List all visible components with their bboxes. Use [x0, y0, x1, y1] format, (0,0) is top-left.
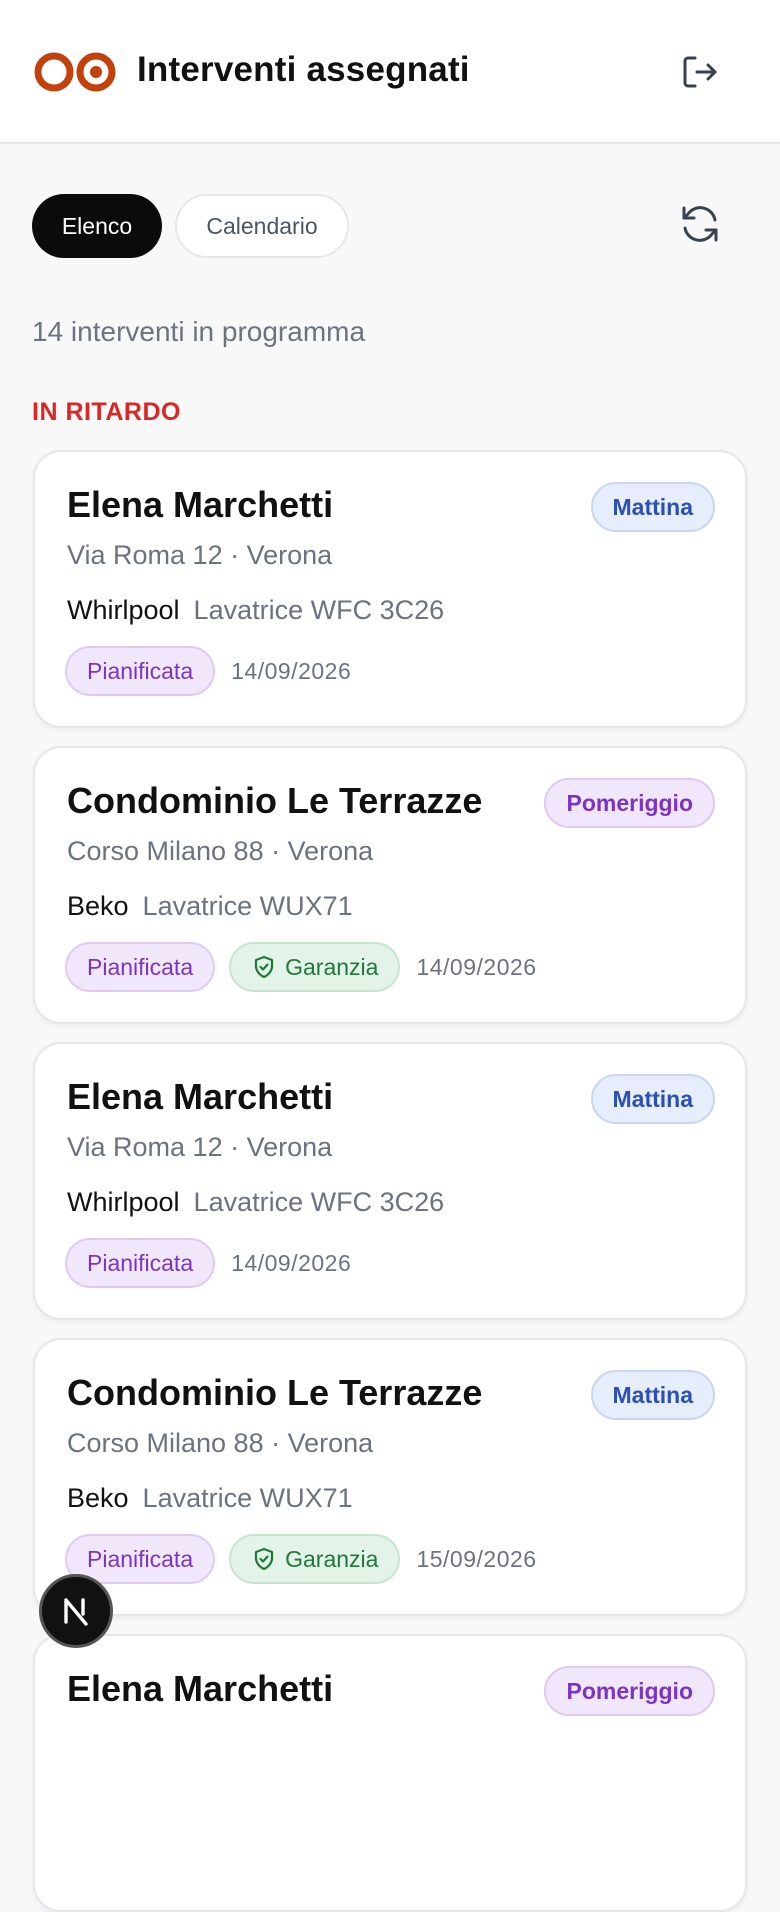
intervention-count: 14 interventi in programma [32, 316, 366, 347]
status-badge: Pianificata [65, 942, 216, 992]
customer-name: Condominio Le Terrazze [67, 1372, 483, 1413]
n-logo-icon [64, 1598, 88, 1626]
time-slot-badge: Mattina [590, 1370, 715, 1420]
refresh-icon[interactable] [678, 202, 722, 246]
tab-calendario[interactable]: Calendario [175, 194, 349, 258]
intervention-date: 14/09/2026 [231, 657, 352, 684]
intervention-card[interactable]: Elena Marchetti Mattina Via Roma 12 · Ve… [33, 450, 747, 728]
status-badge: Pianificata [65, 646, 216, 696]
appliance-model: Lavatrice WUX71 [142, 1483, 353, 1513]
page-title: Interventi assegnati [137, 50, 470, 89]
appliance-model: Lavatrice WFC 3C26 [193, 1187, 445, 1217]
tab-elenco[interactable]: Elenco [32, 194, 162, 258]
warranty-badge: Garanzia [229, 1534, 401, 1584]
time-slot-badge: Mattina [590, 1074, 715, 1124]
appliance-brand: Whirlpool [67, 1187, 180, 1217]
customer-name: Elena Marchetti [67, 484, 334, 525]
appliance-info: Whirlpool Lavatrice WFC 3C26 [67, 1187, 444, 1218]
appliance-model: Lavatrice WFC 3C26 [193, 595, 445, 625]
intervention-card[interactable]: Elena Marchetti Pomeriggio [33, 1634, 747, 1912]
shield-check-icon [255, 955, 274, 979]
warranty-label: Garanzia [285, 1545, 379, 1572]
section-title-late: IN RITARDO [32, 398, 181, 426]
logout-icon[interactable] [680, 52, 720, 92]
customer-name: Elena Marchetti [67, 1668, 334, 1709]
status-badge: Pianificata [65, 1238, 216, 1288]
appliance-brand: Beko [67, 1483, 129, 1513]
time-slot-badge: Pomeriggio [544, 778, 715, 828]
intervention-card[interactable]: Condominio Le Terrazze Mattina Corso Mil… [33, 1338, 747, 1616]
intervention-date: 14/09/2026 [231, 1249, 352, 1276]
appliance-info: Beko Lavatrice WUX71 [67, 1483, 353, 1514]
time-slot-badge: Pomeriggio [544, 1666, 715, 1716]
appliance-brand: Whirlpool [67, 595, 180, 625]
warranty-label: Garanzia [285, 953, 379, 980]
card-meta: Pianificata 14/09/2026 [65, 646, 351, 696]
intervention-card[interactable]: Condominio Le Terrazze Pomeriggio Corso … [33, 746, 747, 1024]
card-meta: Pianificata 14/09/2026 [65, 1238, 351, 1288]
card-meta: Pianificata Garanzia 15/09/2026 [65, 1534, 537, 1584]
intervention-date: 15/09/2026 [416, 1545, 537, 1572]
customer-address: Via Roma 12 · Verona [67, 540, 333, 570]
intervention-date: 14/09/2026 [416, 953, 537, 980]
time-slot-badge: Mattina [590, 482, 715, 532]
app-header: Interventi assegnati [0, 0, 780, 144]
brand-logo-icon [34, 52, 116, 92]
appliance-info: Whirlpool Lavatrice WFC 3C26 [67, 595, 444, 626]
shield-check-icon [255, 1547, 274, 1571]
appliance-info: Beko Lavatrice WUX71 [67, 891, 353, 922]
customer-name: Condominio Le Terrazze [67, 780, 483, 821]
warranty-badge: Garanzia [229, 942, 401, 992]
customer-name: Elena Marchetti [67, 1076, 334, 1117]
customer-address: Corso Milano 88 · Verona [67, 836, 374, 866]
intervention-card[interactable]: Elena Marchetti Mattina Via Roma 12 · Ve… [33, 1042, 747, 1320]
customer-address: Via Roma 12 · Verona [67, 1132, 333, 1162]
customer-address: Corso Milano 88 · Verona [67, 1428, 374, 1458]
dev-tools-badge[interactable] [39, 1574, 113, 1648]
card-meta: Pianificata Garanzia 14/09/2026 [65, 942, 537, 992]
appliance-model: Lavatrice WUX71 [142, 891, 353, 921]
appliance-brand: Beko [67, 891, 129, 921]
